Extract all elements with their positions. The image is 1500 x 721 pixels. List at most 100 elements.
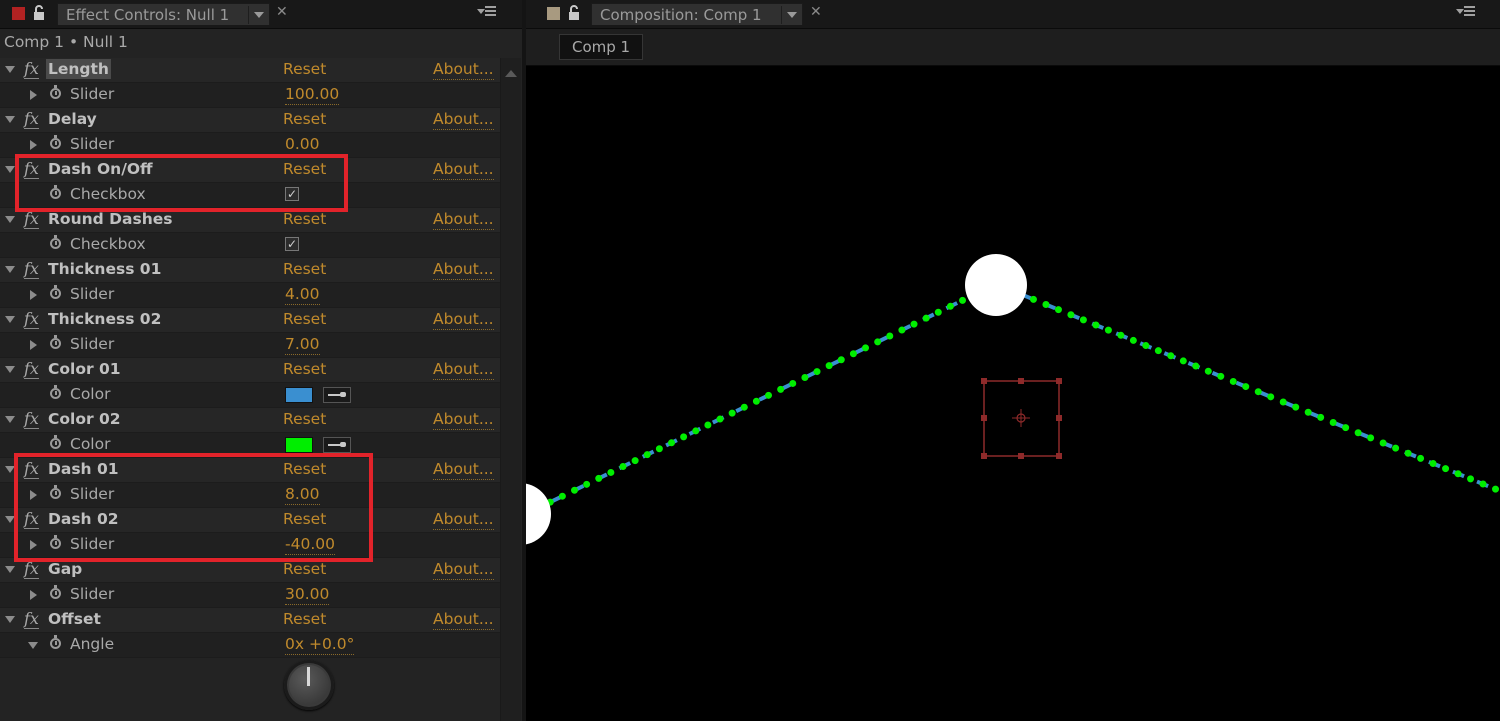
composition-canvas[interactable] bbox=[526, 66, 1500, 721]
about-link[interactable]: About... bbox=[433, 609, 494, 630]
about-link[interactable]: About... bbox=[433, 409, 494, 430]
chevron-down-icon[interactable] bbox=[781, 6, 802, 24]
effect-name[interactable]: Delay bbox=[48, 109, 97, 129]
about-link[interactable]: About... bbox=[433, 259, 494, 280]
eyedropper-icon[interactable] bbox=[323, 437, 351, 453]
twirl-down-icon[interactable] bbox=[5, 416, 15, 428]
panel-menu-icon[interactable] bbox=[1456, 5, 1476, 19]
param-value[interactable]: 7.00 bbox=[285, 334, 320, 355]
stopwatch-icon[interactable] bbox=[50, 385, 61, 399]
reset-link[interactable]: Reset bbox=[283, 559, 326, 579]
tab-composition[interactable]: Composition: Comp 1 bbox=[591, 3, 803, 25]
about-link[interactable]: About... bbox=[433, 209, 494, 230]
param-value[interactable]: 30.00 bbox=[285, 584, 330, 605]
stopwatch-icon[interactable] bbox=[50, 635, 61, 649]
param-value[interactable]: 0x +0.0° bbox=[285, 634, 355, 655]
fx-icon[interactable]: fx bbox=[24, 209, 39, 229]
scroll-up-icon[interactable] bbox=[505, 64, 517, 77]
reset-link[interactable]: Reset bbox=[283, 359, 326, 379]
twirl-right-icon[interactable] bbox=[30, 290, 42, 300]
effect-name[interactable]: Thickness 02 bbox=[48, 309, 161, 329]
null-layer-handle[interactable] bbox=[981, 378, 1062, 459]
about-link[interactable]: About... bbox=[433, 359, 494, 380]
fx-icon[interactable]: fx bbox=[24, 259, 39, 279]
about-link[interactable]: About... bbox=[433, 59, 494, 80]
about-link[interactable]: About... bbox=[433, 309, 494, 330]
effect-name[interactable]: Round Dashes bbox=[48, 209, 172, 229]
twirl-right-icon[interactable] bbox=[30, 340, 42, 350]
twirl-down-icon[interactable] bbox=[5, 616, 15, 628]
effect-row-thickness-02[interactable]: fx Thickness 02 Reset About... bbox=[0, 308, 500, 333]
about-link[interactable]: About... bbox=[433, 159, 494, 180]
fx-icon[interactable]: fx bbox=[24, 309, 39, 329]
twirl-down-icon[interactable] bbox=[5, 166, 15, 178]
param-value[interactable]: 100.00 bbox=[285, 84, 340, 105]
twirl-down-icon[interactable] bbox=[5, 366, 15, 378]
about-link[interactable]: About... bbox=[433, 459, 494, 480]
fx-icon[interactable]: fx bbox=[24, 109, 39, 129]
fx-icon[interactable]: fx bbox=[24, 359, 39, 379]
stopwatch-icon[interactable] bbox=[50, 585, 61, 599]
chevron-down-icon[interactable] bbox=[248, 6, 269, 24]
fx-icon[interactable]: fx bbox=[24, 559, 39, 579]
stopwatch-icon[interactable] bbox=[50, 135, 61, 149]
effect-name[interactable]: Color 01 bbox=[48, 359, 121, 379]
about-link[interactable]: About... bbox=[433, 109, 494, 130]
twirl-down-icon[interactable] bbox=[5, 566, 15, 578]
label-color-swatch[interactable] bbox=[547, 7, 560, 20]
label-color-swatch[interactable] bbox=[12, 7, 25, 20]
twirl-down-icon[interactable] bbox=[5, 66, 15, 78]
fx-icon[interactable]: fx bbox=[24, 59, 39, 79]
effect-name[interactable]: Thickness 01 bbox=[48, 259, 161, 279]
lock-icon[interactable] bbox=[32, 5, 46, 21]
effect-row-thickness-01[interactable]: fx Thickness 01 Reset About... bbox=[0, 258, 500, 283]
stopwatch-icon[interactable] bbox=[50, 435, 61, 449]
twirl-down-icon[interactable] bbox=[5, 216, 15, 228]
twirl-right-icon[interactable] bbox=[30, 140, 42, 150]
effect-name[interactable]: Color 02 bbox=[48, 409, 121, 429]
effect-name[interactable]: Offset bbox=[48, 609, 101, 629]
reset-link[interactable]: Reset bbox=[283, 59, 326, 79]
composition-viewer[interactable] bbox=[526, 66, 1500, 721]
reset-link[interactable]: Reset bbox=[283, 109, 326, 129]
twirl-down-icon[interactable] bbox=[5, 116, 15, 128]
close-icon[interactable]: ✕ bbox=[810, 4, 822, 20]
eyedropper-icon[interactable] bbox=[323, 387, 351, 403]
effect-row-color-01[interactable]: fx Color 01 Reset About... bbox=[0, 358, 500, 383]
panel-menu-icon[interactable] bbox=[477, 5, 497, 19]
stopwatch-icon[interactable] bbox=[50, 235, 61, 249]
reset-link[interactable]: Reset bbox=[283, 609, 326, 629]
close-icon[interactable]: ✕ bbox=[276, 4, 288, 20]
effect-name[interactable]: Length bbox=[46, 59, 111, 79]
reset-link[interactable]: Reset bbox=[283, 259, 326, 279]
effect-row-offset[interactable]: fx Offset Reset About... bbox=[0, 608, 500, 633]
lock-icon[interactable] bbox=[567, 5, 581, 21]
color-swatch[interactable] bbox=[285, 387, 313, 403]
tab-effect-controls[interactable]: Effect Controls: Null 1 bbox=[57, 3, 270, 25]
param-value[interactable]: 0.00 bbox=[285, 134, 320, 155]
vertex-circle-top[interactable] bbox=[965, 254, 1027, 316]
twirl-right-icon[interactable] bbox=[30, 90, 42, 100]
effect-name[interactable]: Gap bbox=[48, 559, 82, 579]
effect-row-delay[interactable]: fx Delay Reset About... bbox=[0, 108, 500, 133]
effect-controls-scrollbar[interactable] bbox=[500, 58, 521, 721]
twirl-down-icon[interactable] bbox=[5, 316, 15, 328]
reset-link[interactable]: Reset bbox=[283, 309, 326, 329]
about-link[interactable]: About... bbox=[433, 509, 494, 530]
stopwatch-icon[interactable] bbox=[50, 285, 61, 299]
param-value[interactable]: 4.00 bbox=[285, 284, 320, 305]
fx-icon[interactable]: fx bbox=[24, 609, 39, 629]
reset-link[interactable]: Reset bbox=[283, 209, 326, 229]
stopwatch-icon[interactable] bbox=[50, 335, 61, 349]
effect-row-length[interactable]: fx Length Reset About... bbox=[0, 58, 500, 83]
twirl-down-icon[interactable] bbox=[5, 266, 15, 278]
fx-icon[interactable]: fx bbox=[24, 409, 39, 429]
about-link[interactable]: About... bbox=[433, 559, 494, 580]
checkbox[interactable]: ✓ bbox=[285, 237, 299, 251]
angle-dial[interactable] bbox=[284, 660, 334, 710]
color-swatch[interactable] bbox=[285, 437, 313, 453]
vertex-circle-left[interactable] bbox=[526, 483, 551, 545]
reset-link[interactable]: Reset bbox=[283, 409, 326, 429]
twirl-right-icon[interactable] bbox=[30, 590, 42, 600]
comp-1-button[interactable]: Comp 1 bbox=[559, 34, 644, 60]
